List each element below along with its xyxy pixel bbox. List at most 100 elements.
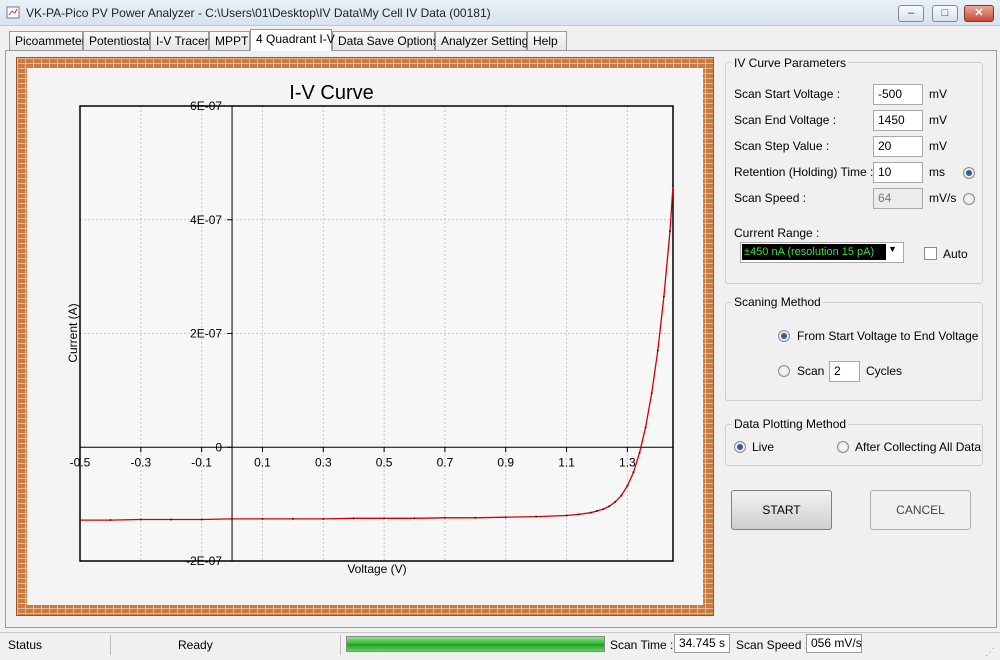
scan-end-voltage-input[interactable]: 1450 xyxy=(873,110,923,131)
data-point xyxy=(322,517,325,520)
group-title: Data Plotting Method xyxy=(732,417,849,431)
data-point xyxy=(577,513,580,516)
data-point xyxy=(668,230,671,233)
current-range-value: ±450 nA (resolution 15 pA) xyxy=(742,244,886,260)
plot-live-radio[interactable] xyxy=(734,441,746,453)
tab-label: Data Save Options xyxy=(338,34,439,48)
x-tick-label: 0.1 xyxy=(254,455,271,469)
y-axis-label: Current (A) xyxy=(66,303,80,362)
data-point xyxy=(231,517,234,520)
data-point xyxy=(632,471,635,474)
data-point xyxy=(413,517,416,520)
data-point xyxy=(139,518,142,521)
y-tick-label: 4E-07 xyxy=(190,213,222,227)
close-icon: ✕ xyxy=(974,7,984,19)
data-point xyxy=(352,517,355,520)
minimize-icon: – xyxy=(907,7,915,19)
scan-end-voltage-label: Scan End Voltage : xyxy=(734,113,837,127)
data-point xyxy=(672,184,674,187)
x-tick-label: 0.9 xyxy=(497,455,514,469)
cancel-button[interactable]: CANCEL xyxy=(870,490,971,530)
tab-data-save-options[interactable]: Data Save Options xyxy=(332,31,439,50)
scan-speed-status-label: Scan Speed : xyxy=(736,638,809,652)
minimize-button[interactable]: – xyxy=(898,5,924,22)
tab-iv-tracer[interactable]: I-V Tracer xyxy=(150,31,209,50)
scan-speed-status-value: 056 mV/s xyxy=(806,634,862,653)
tab-help[interactable]: Help xyxy=(527,31,567,50)
maximize-icon: □ xyxy=(941,7,949,19)
retention-time-label: Retention (Holding) Time : xyxy=(734,165,874,179)
plot-after-radio[interactable] xyxy=(837,441,849,453)
cycles-suffix-label: Cycles xyxy=(866,364,903,378)
x-axis-label: Voltage (V) xyxy=(347,562,406,576)
scan-cycles-label: Scan xyxy=(797,364,825,378)
tab-label: Help xyxy=(533,34,558,48)
data-point xyxy=(650,392,653,395)
tab-label: 4 Quadrant I-V xyxy=(256,32,335,46)
scan-speed-input[interactable]: 64 xyxy=(873,188,923,209)
retention-time-input[interactable]: 10 xyxy=(873,162,923,183)
cycles-input[interactable]: 2 xyxy=(829,361,860,382)
unit-label: mV xyxy=(929,113,947,127)
data-point xyxy=(79,519,81,522)
tab-mppt[interactable]: MPPT xyxy=(209,31,250,50)
tab-4-quadrant-iv[interactable]: 4 Quadrant I-V xyxy=(250,29,335,51)
data-point xyxy=(474,516,477,519)
unit-label: mV xyxy=(929,139,947,153)
status-state: Ready xyxy=(178,638,213,652)
tab-potentiostat[interactable]: Potentiostat xyxy=(83,31,153,50)
data-point xyxy=(170,518,173,521)
iv-curve-chart[interactable]: -0.5 -0.3 -0.1 0.1 0.3 0.5 0.7 0.9 1.1 1.3 -2E-07 0… xyxy=(27,68,703,605)
maximize-button[interactable]: □ xyxy=(932,5,958,22)
y-tick-label: 2E-07 xyxy=(190,327,222,341)
data-point xyxy=(662,295,665,298)
data-point xyxy=(638,451,641,454)
scan-time-label: Scan Time : xyxy=(610,638,674,652)
current-range-label: Current Range : xyxy=(734,226,820,240)
scan-cycles-radio[interactable] xyxy=(778,365,790,377)
x-tick-label: 0.7 xyxy=(437,455,454,469)
scan-speed-radio[interactable] xyxy=(963,193,975,205)
tab-picoammeter[interactable]: Picoammeter xyxy=(9,31,86,50)
unit-label: mV/s xyxy=(929,191,957,205)
retention-time-radio[interactable] xyxy=(963,167,975,179)
plot-live-label: Live xyxy=(752,440,775,454)
scan-start-voltage-input[interactable]: -500 xyxy=(873,84,923,105)
x-tick-label: -0.3 xyxy=(130,455,151,469)
app-icon xyxy=(6,6,20,19)
scan-time-value: 34.745 s xyxy=(674,634,730,653)
unit-label: ms xyxy=(929,165,945,179)
data-point xyxy=(608,505,611,508)
data-point xyxy=(261,517,264,520)
scan-progress-bar xyxy=(346,636,605,652)
auto-range-checkbox[interactable] xyxy=(924,247,937,260)
data-point xyxy=(504,516,507,519)
data-point xyxy=(626,484,629,487)
status-separator xyxy=(110,635,111,655)
scan-start-to-end-radio[interactable] xyxy=(778,330,790,342)
data-point xyxy=(443,516,446,519)
window-title: VK-PA-Pico PV Power Analyzer - C:\Users\… xyxy=(26,6,491,20)
progress-fill xyxy=(347,637,604,651)
status-separator xyxy=(340,635,341,655)
data-point xyxy=(595,509,598,512)
data-point xyxy=(291,517,294,520)
x-tick-label: 0.3 xyxy=(315,455,332,469)
data-point xyxy=(565,514,568,517)
y-tick-label: 0 xyxy=(215,440,222,454)
data-point xyxy=(620,494,623,497)
tab-analyzer-settings[interactable]: Analyzer Settings xyxy=(435,31,534,50)
close-button[interactable]: ✕ xyxy=(964,5,994,22)
scan-start-to-end-label: From Start Voltage to End Voltage xyxy=(797,329,979,343)
y-tick-label: 6E-07 xyxy=(190,99,222,113)
scan-step-value-input[interactable]: 20 xyxy=(873,136,923,157)
unit-label: mV xyxy=(929,87,947,101)
resize-grip-icon[interactable]: ⋰ xyxy=(985,647,997,659)
x-tick-label: 1.1 xyxy=(558,455,575,469)
chevron-down-icon[interactable]: ▼ xyxy=(888,244,897,254)
start-button[interactable]: START xyxy=(731,490,832,530)
tab-label: Potentiostat xyxy=(89,34,153,48)
data-point xyxy=(535,515,538,518)
data-point xyxy=(589,511,592,514)
scanning-method-group xyxy=(725,302,983,401)
